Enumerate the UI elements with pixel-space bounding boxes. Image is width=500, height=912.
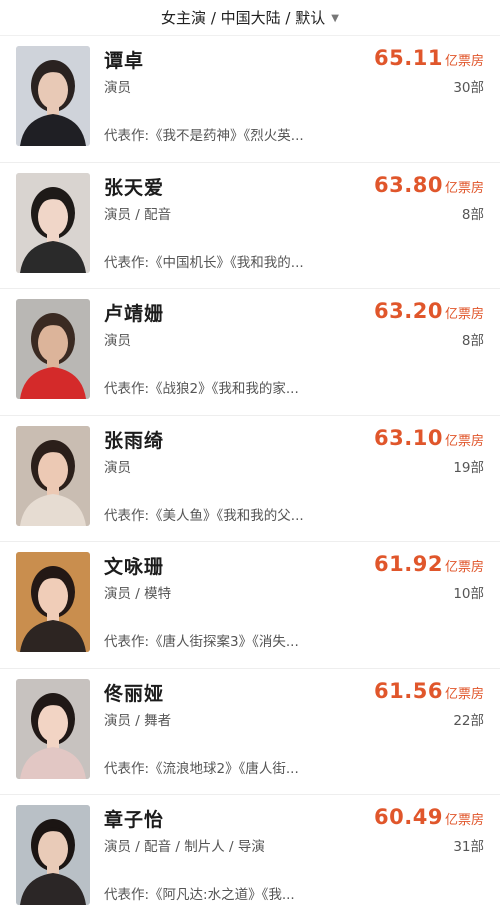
film-count: 10部 xyxy=(453,586,484,602)
actor-role: 演员 / 舞者 xyxy=(104,712,172,729)
actor-list-item[interactable]: 卢靖姗 演员 代表作:《战狼2》《我和我的家... 63.20 亿票房 8部 xyxy=(0,289,500,416)
box-office-unit: 亿票房 xyxy=(444,180,484,196)
actor-list-item[interactable]: 文咏珊 演员 / 模特 代表作:《唐人街探案3》《消失... 61.92 亿票房… xyxy=(0,542,500,669)
actor-role: 演员 / 配音 xyxy=(104,206,172,223)
actor-avatar[interactable] xyxy=(16,552,90,652)
portrait-image xyxy=(16,552,90,652)
box-office: 61.56 亿票房 xyxy=(374,679,484,703)
box-office-value: 61.92 xyxy=(374,552,443,576)
actor-list-item[interactable]: 章子怡 演员 / 配音 / 制片人 / 导演 代表作:《阿凡达:水之道》《我..… xyxy=(0,795,500,912)
actor-name[interactable]: 张天爱 xyxy=(104,173,164,200)
actor-list-item[interactable]: 佟丽娅 演员 / 舞者 代表作:《流浪地球2》《唐人街... 61.56 亿票房… xyxy=(0,669,500,795)
box-office-value: 63.10 xyxy=(374,425,443,450)
representative-works: 代表作:《流浪地球2》《唐人街... xyxy=(104,760,299,777)
box-office: 65.11 亿票房 xyxy=(374,46,484,70)
actor-list-item[interactable]: 张天爱 演员 / 配音 代表作:《中国机长》《我和我的... 63.80 亿票房… xyxy=(0,163,500,289)
box-office: 63.20 亿票房 xyxy=(374,299,484,323)
film-count: 31部 xyxy=(453,839,484,855)
actor-name[interactable]: 卢靖姗 xyxy=(104,299,164,326)
film-count: 8部 xyxy=(461,206,484,223)
actor-name[interactable]: 佟丽娅 xyxy=(104,679,164,706)
box-office-value: 60.49 xyxy=(374,805,443,829)
actor-role: 演员 / 配音 / 制片人 / 导演 xyxy=(104,839,265,855)
filter-selector[interactable]: 女主演 / 中国大陆 / 默认 ▼ xyxy=(0,0,500,36)
filter-label: 女主演 / 中国大陆 / 默认 xyxy=(161,9,326,27)
box-office: 63.10 亿票房 xyxy=(374,426,484,450)
portrait-image xyxy=(16,425,90,526)
actor-list: 谭卓 演员 代表作:《我不是药神》《烈火英... 65.11 亿票房 30部 张… xyxy=(0,36,500,912)
actor-role: 演员 xyxy=(104,459,131,476)
actor-avatar[interactable] xyxy=(16,46,90,146)
film-count: 22部 xyxy=(453,712,484,729)
portrait-image xyxy=(16,678,90,779)
representative-works: 代表作:《阿凡达:水之道》《我... xyxy=(104,887,295,903)
portrait-image xyxy=(16,172,90,273)
actor-avatar[interactable] xyxy=(16,299,90,399)
actor-avatar[interactable] xyxy=(16,805,90,905)
actor-role: 演员 xyxy=(104,333,131,349)
box-office-value: 61.56 xyxy=(374,678,443,703)
portrait-image xyxy=(16,805,90,905)
actor-name[interactable]: 文咏珊 xyxy=(104,552,164,579)
box-office-unit: 亿票房 xyxy=(444,560,484,575)
chevron-down-icon: ▼ xyxy=(331,13,339,24)
representative-works: 代表作:《我不是药神》《烈火英... xyxy=(104,128,304,144)
actor-list-item[interactable]: 张雨绮 演员 代表作:《美人鱼》《我和我的父... 63.10 亿票房 19部 xyxy=(0,416,500,542)
representative-works: 代表作:《中国机长》《我和我的... xyxy=(104,254,304,271)
actor-avatar[interactable] xyxy=(16,172,90,273)
portrait-image xyxy=(16,46,90,146)
box-office: 60.49 亿票房 xyxy=(374,805,484,829)
film-count: 8部 xyxy=(461,333,484,349)
film-count: 30部 xyxy=(453,80,484,96)
actor-avatar[interactable] xyxy=(16,678,90,779)
box-office-unit: 亿票房 xyxy=(444,433,484,449)
box-office: 63.80 亿票房 xyxy=(374,173,484,197)
actor-name[interactable]: 章子怡 xyxy=(104,805,164,832)
box-office-value: 65.11 xyxy=(374,46,443,70)
box-office-value: 63.80 xyxy=(374,172,443,197)
actor-role: 演员 / 模特 xyxy=(104,586,172,602)
representative-works: 代表作:《战狼2》《我和我的家... xyxy=(104,381,299,397)
actor-name[interactable]: 谭卓 xyxy=(104,46,144,73)
film-count: 19部 xyxy=(453,459,484,476)
representative-works: 代表作:《唐人街探案3》《消失... xyxy=(104,634,299,650)
actor-role: 演员 xyxy=(104,80,131,96)
box-office-unit: 亿票房 xyxy=(444,307,484,322)
portrait-image xyxy=(16,299,90,399)
box-office-unit: 亿票房 xyxy=(444,813,484,828)
actor-avatar[interactable] xyxy=(16,425,90,526)
box-office: 61.92 亿票房 xyxy=(374,552,484,576)
representative-works: 代表作:《美人鱼》《我和我的父... xyxy=(104,507,304,524)
box-office-value: 63.20 xyxy=(374,299,443,323)
actor-list-item[interactable]: 谭卓 演员 代表作:《我不是药神》《烈火英... 65.11 亿票房 30部 xyxy=(0,36,500,163)
box-office-unit: 亿票房 xyxy=(444,686,484,702)
actor-name[interactable]: 张雨绮 xyxy=(104,426,164,453)
box-office-unit: 亿票房 xyxy=(444,54,484,69)
